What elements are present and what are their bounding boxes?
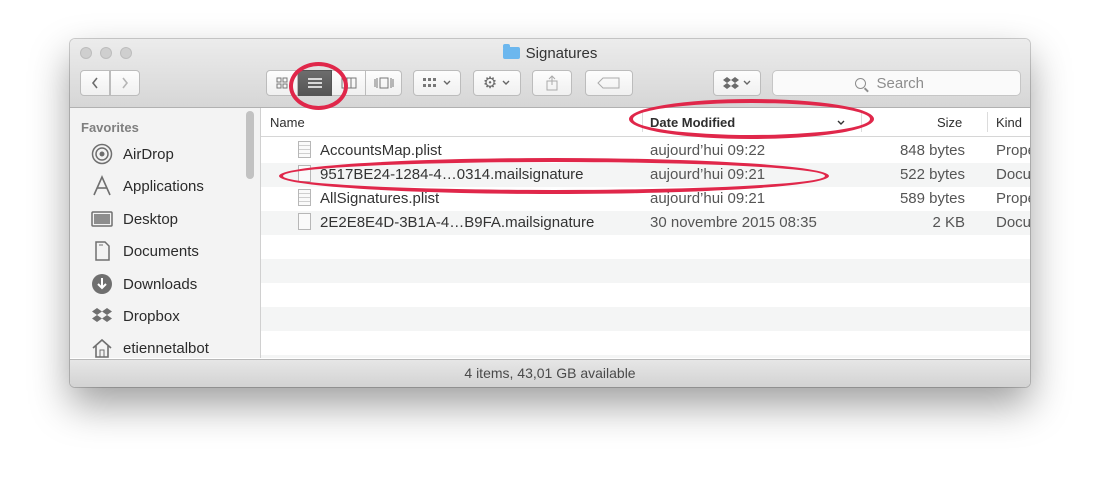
file-size: 848 bytes [899,142,965,159]
file-list: Name Date Modified Size Kind AccountsMap… [261,108,1030,358]
list-icon [307,78,322,88]
toolbar: Signatures ⚙ [70,39,1030,108]
search-input[interactable] [874,73,939,93]
file-name: AccountsMap.plist [320,142,442,159]
share-button[interactable] [532,70,572,96]
file-name: 2E2E8E4D-3B1A-4…B9FA.mailsignature [320,214,595,231]
file-date: aujourd’hui 09:21 [650,190,766,207]
sidebar-scrollbar[interactable] [246,111,254,179]
file-row[interactable]: AllSignatures.plist aujourd’hui 09:21 58… [261,187,1030,211]
file-row[interactable]: 9517BE24-1284-4…0314.mailsignature aujou… [261,163,1030,187]
sidebar-item-airdrop[interactable]: AirDrop [91,142,241,166]
gear-icon: ⚙ [482,75,498,92]
sidebar-item-home[interactable]: etiennetalbot [91,336,241,358]
applications-icon [91,175,113,197]
empty-row [261,259,1030,283]
grid-icon [276,77,288,89]
empty-row [261,307,1030,331]
dropbox-icon [723,77,739,89]
column-separator[interactable] [987,112,988,132]
search-icon [854,77,866,89]
sidebar-heading: Favorites [81,120,139,135]
file-size: 589 bytes [899,190,965,207]
folder-icon [502,44,520,59]
chevron-down-icon [443,80,451,85]
finder-window: Signatures ⚙ Search Favorites AirDrop Ap… [70,39,1030,387]
cover-flow-view-button[interactable] [366,70,402,96]
chevron-right-icon [122,77,129,89]
file-name: 9517BE24-1284-4…0314.mailsignature [320,166,584,183]
back-button[interactable] [80,70,110,96]
column-header: Name Date Modified Size Kind [261,108,1030,137]
empty-row [261,331,1030,355]
share-icon [546,75,558,91]
home-icon [91,337,113,358]
chevron-down-icon [502,80,510,85]
downloads-icon [91,273,113,295]
document-file-icon [298,165,311,182]
arrange-icon [423,78,436,87]
sort-chevron-icon [837,120,845,125]
sidebar: Favorites AirDrop Applications Desktop D… [70,108,261,358]
column-view-button[interactable] [332,70,366,96]
tag-icon [597,77,620,89]
empty-row [261,355,1030,358]
document-file-icon [298,213,311,230]
status-bar: 4 items, 43,01 GB available [70,359,1030,387]
empty-row [261,283,1030,307]
sidebar-item-desktop[interactable]: Desktop [91,207,241,231]
file-date: aujourd’hui 09:22 [650,142,766,159]
columns-icon [341,77,356,89]
window-title: Signatures [70,44,1030,62]
desktop-icon [91,208,113,230]
empty-row [261,235,1030,259]
column-separator[interactable] [861,112,862,132]
file-kind: Prope [996,142,1030,159]
file-date: aujourd’hui 09:21 [650,166,766,183]
tag-button[interactable] [585,70,633,96]
column-size[interactable]: Size [937,115,962,130]
sidebar-item-downloads[interactable]: Downloads [91,272,241,296]
sidebar-item-applications[interactable]: Applications [91,174,241,198]
file-date: 30 novembre 2015 08:35 [650,214,817,231]
dropbox-button[interactable] [713,70,761,96]
column-separator[interactable] [642,112,643,132]
file-size: 522 bytes [899,166,965,183]
file-row[interactable]: 2E2E8E4D-3B1A-4…B9FA.mailsignature 30 no… [261,211,1030,235]
file-name: AllSignatures.plist [320,190,440,207]
action-button[interactable]: ⚙ [473,70,521,96]
file-size: 2 KB [932,214,965,231]
icon-view-button[interactable] [266,70,298,96]
forward-button[interactable] [110,70,140,96]
file-row[interactable]: AccountsMap.plist aujourd’hui 09:22 848 … [261,139,1030,163]
cover-flow-icon [374,77,393,89]
sidebar-item-documents[interactable]: Documents [91,239,241,263]
chevron-down-icon [743,80,751,85]
file-kind: Prope [996,190,1030,207]
dropbox-icon [91,305,113,327]
sidebar-item-dropbox[interactable]: Dropbox [91,304,241,328]
arrange-button[interactable] [413,70,461,96]
column-date-modified[interactable]: Date Modified [650,115,735,130]
plist-file-icon [298,141,311,158]
documents-icon [91,240,113,262]
search-field[interactable] [772,70,1021,96]
column-kind[interactable]: Kind [996,115,1022,130]
chevron-left-icon [91,77,98,89]
file-kind: Docu [996,214,1030,231]
list-view-button[interactable] [298,70,332,96]
file-kind: Docu [996,166,1030,183]
column-name[interactable]: Name [270,115,305,130]
plist-file-icon [298,189,311,206]
airdrop-icon [91,143,113,165]
